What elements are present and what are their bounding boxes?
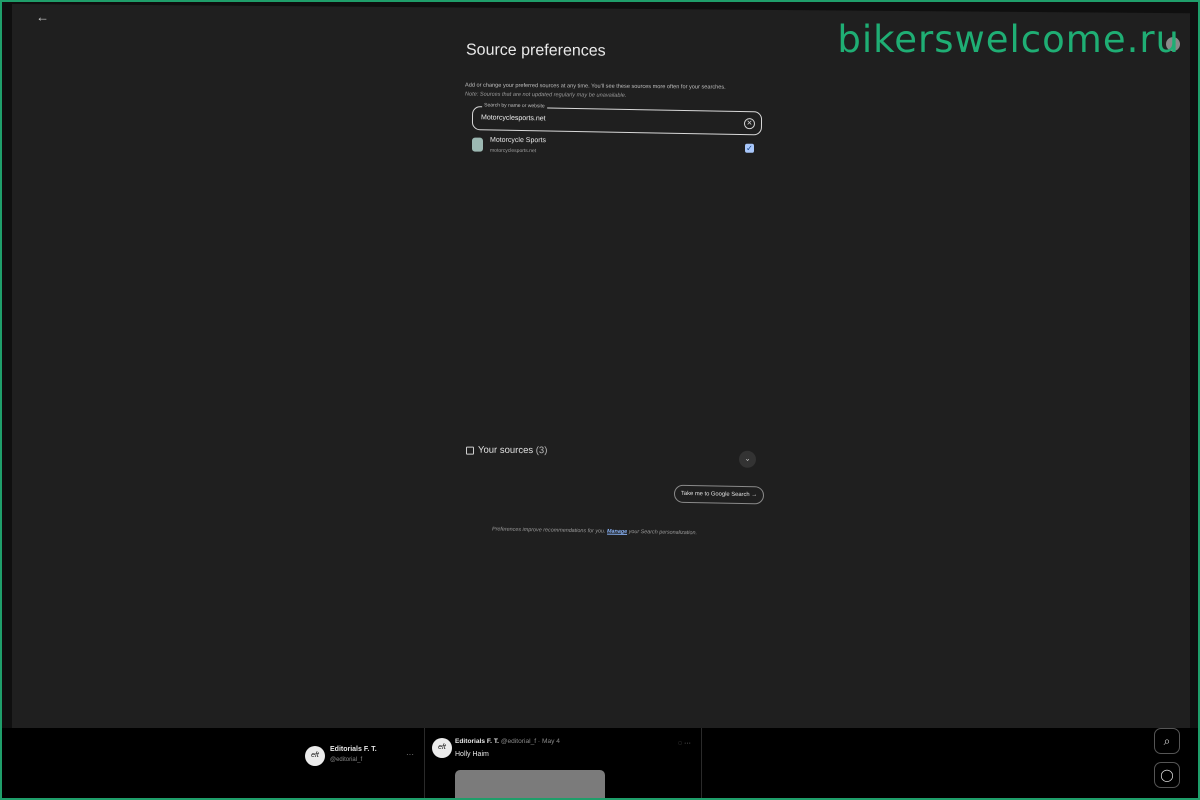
search-value[interactable]: Motorcyclesports.net	[481, 114, 546, 122]
post-meta: @editorial_f · May 4	[500, 738, 560, 745]
avatar: eft	[432, 738, 452, 758]
profile-name: Editorials F. T.	[330, 746, 377, 753]
your-sources-text: Your sources	[478, 444, 534, 457]
manage-link[interactable]: Manage	[607, 529, 627, 535]
search-label: Search by name or website	[482, 102, 547, 110]
chevron-down-icon[interactable]: ⌄	[739, 450, 756, 468]
profile-card[interactable]: eft Editorials F. T. @editorial_f ···	[300, 736, 420, 796]
search-icon[interactable]: ⌕	[1154, 728, 1180, 754]
more-icon[interactable]: ···	[406, 750, 414, 759]
post-author: Editorials F. T.	[455, 738, 499, 745]
post-media-image[interactable]	[455, 770, 605, 800]
your-sources-count: (3)	[535, 445, 548, 457]
avatar: eft	[305, 746, 325, 766]
back-arrow-icon[interactable]: ←	[36, 9, 50, 24]
watermark-text: bikerswelcome.ru	[837, 18, 1180, 61]
source-search-input[interactable]: Search by name or website Motorcyclespor…	[471, 102, 763, 136]
social-feed-strip: eft Editorials F. T. @editorial_f ··· ef…	[0, 728, 1200, 800]
post-actions-icon[interactable]: ◌ ···	[678, 740, 691, 747]
list-item[interactable]: Motorcycle Sports motorcyclesports.net ✓	[470, 136, 760, 160]
close-circle-icon[interactable]: ✕	[743, 118, 756, 130]
source-url: motorcyclesports.net	[490, 147, 537, 155]
page-description: Add or change your preferred sources at …	[465, 82, 765, 102]
bookmark-icon	[466, 446, 474, 455]
source-name: Motorcycle Sports	[490, 136, 547, 145]
footer-note-after: your Search personalization.	[628, 528, 697, 537]
footer-note-before: Preferences improve recommendations for …	[491, 526, 606, 535]
browser-screen: ← Source preferences Add or change your …	[12, 4, 1190, 738]
post-text: Holly Haim	[455, 751, 489, 758]
post-header: Editorials F. T. @editorial_f · May 4	[455, 738, 560, 745]
checkbox-checked-icon[interactable]: ✓	[745, 143, 754, 153]
your-sources-label: Your sources (3)	[478, 445, 547, 457]
footer-note: Preferences improve recommendations for …	[492, 526, 742, 537]
chat-bubble-icon[interactable]: ◯	[1154, 762, 1180, 788]
take-me-to-google-search-button[interactable]: Take me to Google Search →	[673, 484, 765, 505]
site-favicon-icon	[472, 137, 483, 152]
your-sources-section[interactable]: Your sources (3) ⌄	[466, 444, 766, 468]
page-title: Source preferences	[466, 41, 606, 60]
source-preferences-panel: Source preferences Add or change your pr…	[454, 41, 774, 160]
profile-handle: @editorial_f	[330, 757, 363, 763]
feed-post[interactable]: eft Editorials F. T. @editorial_f · May …	[424, 728, 702, 800]
